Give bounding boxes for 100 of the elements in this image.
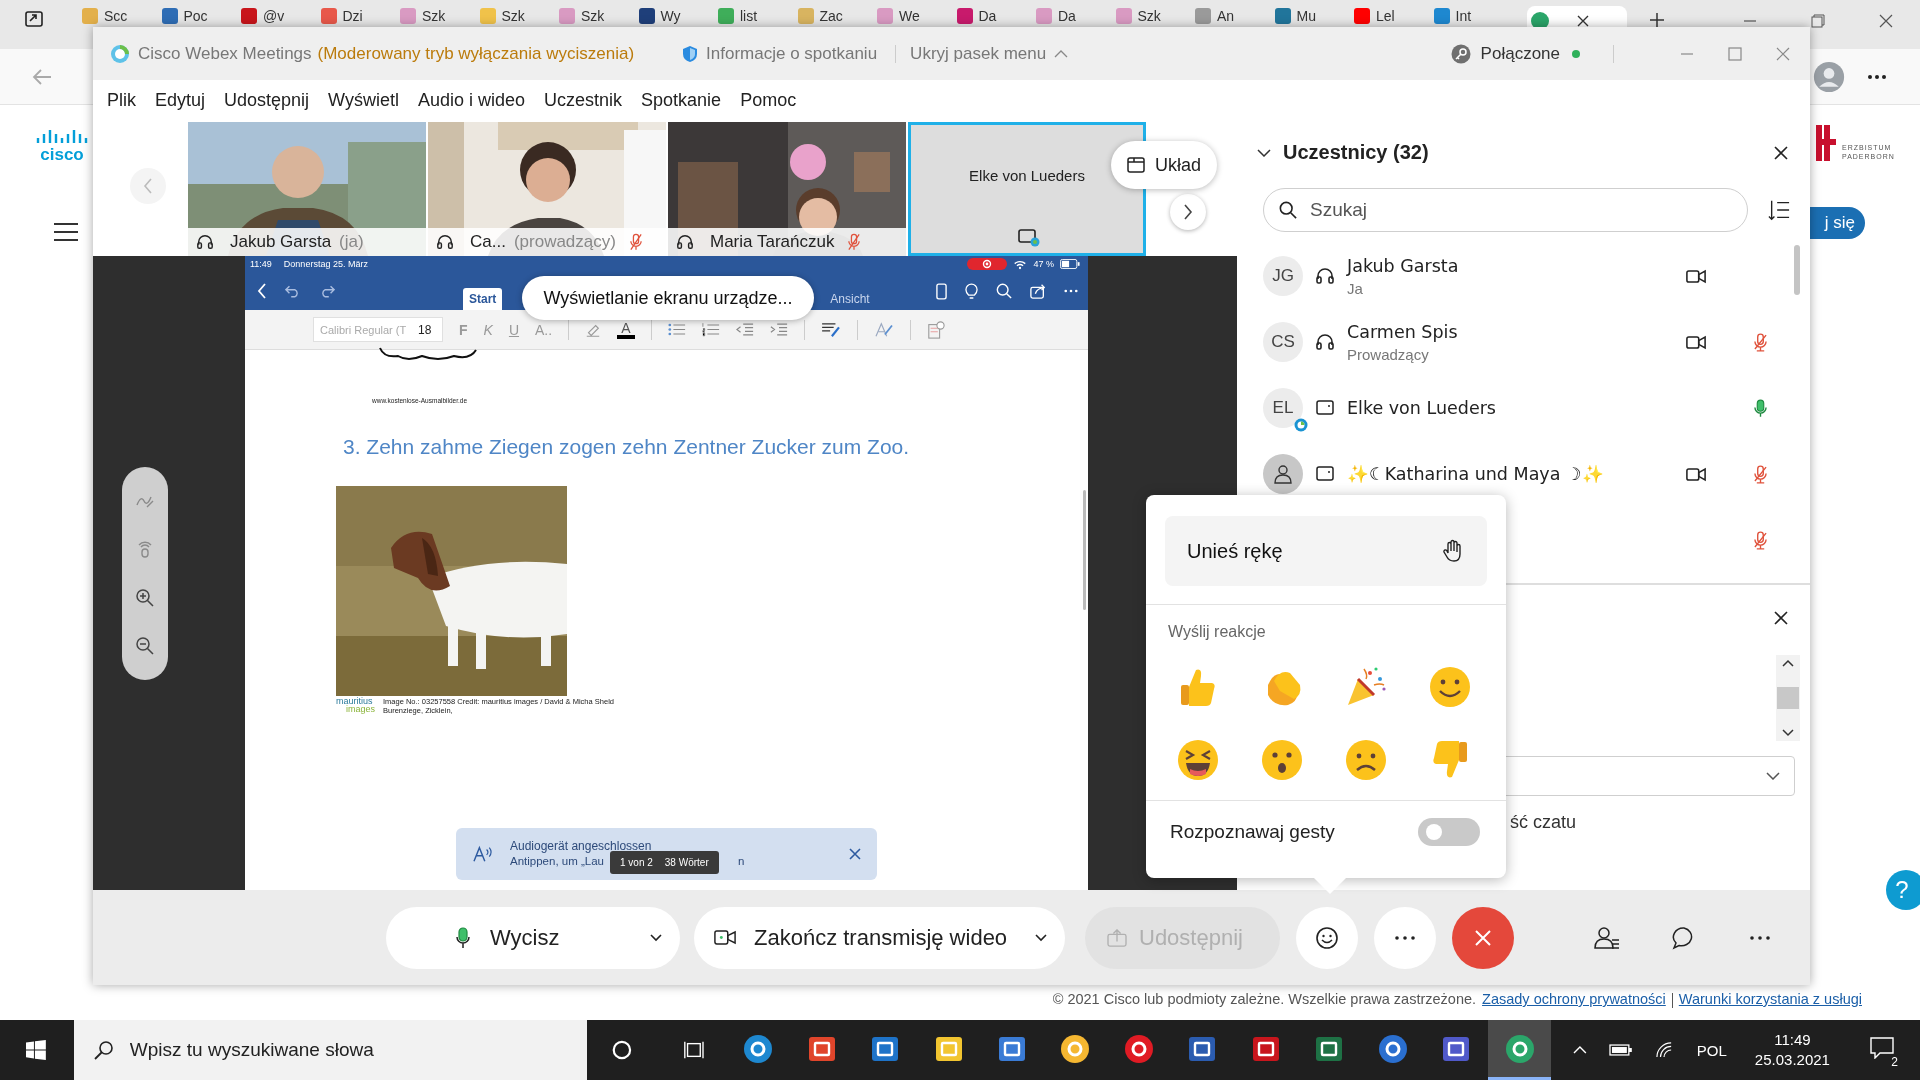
surprised-icon[interactable] xyxy=(1260,738,1304,782)
increase-indent-icon[interactable] xyxy=(769,322,788,337)
browser-tab[interactable]: @v xyxy=(237,6,317,26)
participant-name: Elke von Lueders xyxy=(968,167,1086,184)
ribbon-tab[interactable]: Start xyxy=(463,288,503,310)
menu-icon[interactable] xyxy=(54,223,78,241)
mute-button[interactable]: Wycisz xyxy=(386,906,680,969)
language-indicator[interactable]: POL xyxy=(1696,1041,1727,1059)
chevron-down-icon[interactable] xyxy=(1782,729,1794,737)
search-field[interactable]: Szukaj xyxy=(1263,188,1748,232)
start-icon[interactable] xyxy=(26,1040,46,1060)
browser-tab[interactable]: We xyxy=(873,6,953,26)
privacy-link[interactable]: Zasady ochrony prywatności xyxy=(1482,991,1666,1007)
zoom-in-icon[interactable] xyxy=(135,587,155,608)
close-icon[interactable] xyxy=(1879,14,1893,28)
search-field[interactable]: Wpisz tu wyszukiwane słowa xyxy=(73,1020,587,1080)
chevron-down-icon[interactable] xyxy=(1257,148,1271,157)
close-icon[interactable] xyxy=(1577,15,1589,27)
browser-tab[interactable]: Szk xyxy=(475,6,555,26)
taskbar-app[interactable] xyxy=(1487,1020,1552,1080)
task-view-icon[interactable] xyxy=(682,1039,705,1061)
browser-tab[interactable]: An xyxy=(1191,6,1271,26)
decrease-indent-icon[interactable] xyxy=(735,322,754,337)
browser-tab[interactable]: Szk xyxy=(1111,6,1191,26)
menu-item[interactable]: Pomoc xyxy=(740,89,797,111)
menu-item[interactable]: Plik xyxy=(107,89,136,111)
browser-tab[interactable]: Wy xyxy=(634,6,714,26)
battery-icon[interactable] xyxy=(1609,1043,1633,1057)
hide-menu-button[interactable]: Ukryj pasek menu xyxy=(910,43,1069,64)
smile-icon[interactable] xyxy=(1428,665,1472,709)
video-tile[interactable]: Maria Tarańczuk xyxy=(668,122,906,256)
undo-icon[interactable] xyxy=(285,284,301,298)
close-icon[interactable] xyxy=(1774,145,1788,160)
font-size-field[interactable]: 18 xyxy=(406,322,432,337)
font-color-button[interactable]: A xyxy=(617,320,635,339)
more-icon[interactable] xyxy=(1750,935,1770,940)
browser-tab[interactable]: Szk xyxy=(555,6,635,26)
menu-item[interactable]: Udostępnij xyxy=(224,89,310,111)
browser-tab[interactable]: Da xyxy=(1032,6,1112,26)
terms-link[interactable]: Warunki korzystania z usługi xyxy=(1678,991,1862,1007)
numbered-list-icon[interactable] xyxy=(701,322,720,337)
login-button[interactable]: j się xyxy=(1810,207,1865,239)
notifications-icon xyxy=(1869,1037,1894,1059)
zoom-out-icon[interactable] xyxy=(135,635,155,656)
menu-item[interactable]: Edytuj xyxy=(155,89,206,111)
participants-icon[interactable] xyxy=(1594,925,1620,950)
clear-format-icon[interactable] xyxy=(926,320,945,339)
scrollbar-thumb[interactable] xyxy=(1777,687,1799,709)
browser-tab[interactable]: Int xyxy=(1429,6,1509,26)
font-field[interactable]: Calibri Regular (T 18 xyxy=(313,317,443,342)
browser-tab[interactable]: Da xyxy=(952,6,1032,26)
scrollbar[interactable] xyxy=(1794,245,1800,295)
phone-icon[interactable] xyxy=(936,282,947,300)
search-icon[interactable] xyxy=(996,283,1012,299)
more-icon[interactable] xyxy=(1867,73,1887,80)
close-icon[interactable] xyxy=(1774,611,1788,625)
notification-banner[interactable]: Audiogerät angeschlossen Antippen, um „Lau 1 von 2 38 Wörter n xyxy=(456,828,877,880)
menu-item[interactable]: Audio i wideo xyxy=(417,89,526,111)
browser-tab[interactable]: Zac xyxy=(793,6,873,26)
browser-tab[interactable]: Dzi xyxy=(316,6,396,26)
more-icon[interactable] xyxy=(1064,289,1078,293)
sort-icon[interactable] xyxy=(1768,199,1790,221)
browser-tab[interactable]: Szk xyxy=(396,6,476,26)
brush-icon[interactable] xyxy=(873,321,894,338)
scrollbar[interactable] xyxy=(1083,490,1086,610)
profile-icon[interactable] xyxy=(1813,60,1845,93)
browser-tab[interactable]: Mu xyxy=(1270,6,1350,26)
cortana-icon[interactable] xyxy=(610,1039,633,1061)
browser-tab[interactable]: Lel xyxy=(1350,6,1430,26)
share-icon[interactable] xyxy=(1030,283,1046,299)
menu-item[interactable]: Uczestnik xyxy=(544,89,623,111)
frown-icon[interactable] xyxy=(1344,738,1388,782)
browser-tab[interactable] xyxy=(1527,6,1627,27)
bullet-list-icon[interactable] xyxy=(667,322,686,337)
browser-tab[interactable]: list xyxy=(714,6,794,26)
lightbulb-icon[interactable] xyxy=(965,282,978,300)
raise-hand-button[interactable]: Unieś rękę xyxy=(1165,516,1487,586)
section-label: Wyślij reakcje xyxy=(1168,623,1267,641)
menu-item[interactable]: Spotkanie xyxy=(641,89,722,111)
restore-icon[interactable] xyxy=(1811,14,1825,28)
tab-actions-icon[interactable] xyxy=(24,9,44,29)
video-tile[interactable]: Ca... (prowadzący) xyxy=(428,122,666,256)
menu-item[interactable]: Wyświetl xyxy=(328,89,399,111)
back-icon[interactable] xyxy=(257,283,267,299)
redo-icon[interactable] xyxy=(319,284,335,298)
clock[interactable]: 11:49 25.03.2021 xyxy=(1754,1030,1830,1070)
laugh-icon[interactable] xyxy=(1176,738,1220,782)
gesture-toggle[interactable] xyxy=(1418,818,1480,846)
new-tab-icon[interactable] xyxy=(1649,12,1665,28)
meeting-info-button[interactable]: Informacje o spotkaniu xyxy=(682,43,878,64)
video-tile[interactable]: Jakub Garsta (ja) xyxy=(188,122,426,256)
scrollbar[interactable] xyxy=(1776,655,1800,741)
video-tile[interactable]: Elke von Lueders xyxy=(908,122,1146,256)
browser-tab[interactable]: Scc xyxy=(78,6,158,26)
layout-button[interactable]: Układ xyxy=(1111,141,1217,189)
styles-icon[interactable] xyxy=(820,321,841,338)
browser-tab[interactable]: Poc xyxy=(157,6,237,26)
stop-video-button[interactable]: Zakończ transmisję wideo xyxy=(694,906,1065,969)
ribbon-tab[interactable]: Ansicht xyxy=(824,288,876,310)
chevron-up-icon[interactable] xyxy=(1782,659,1794,667)
